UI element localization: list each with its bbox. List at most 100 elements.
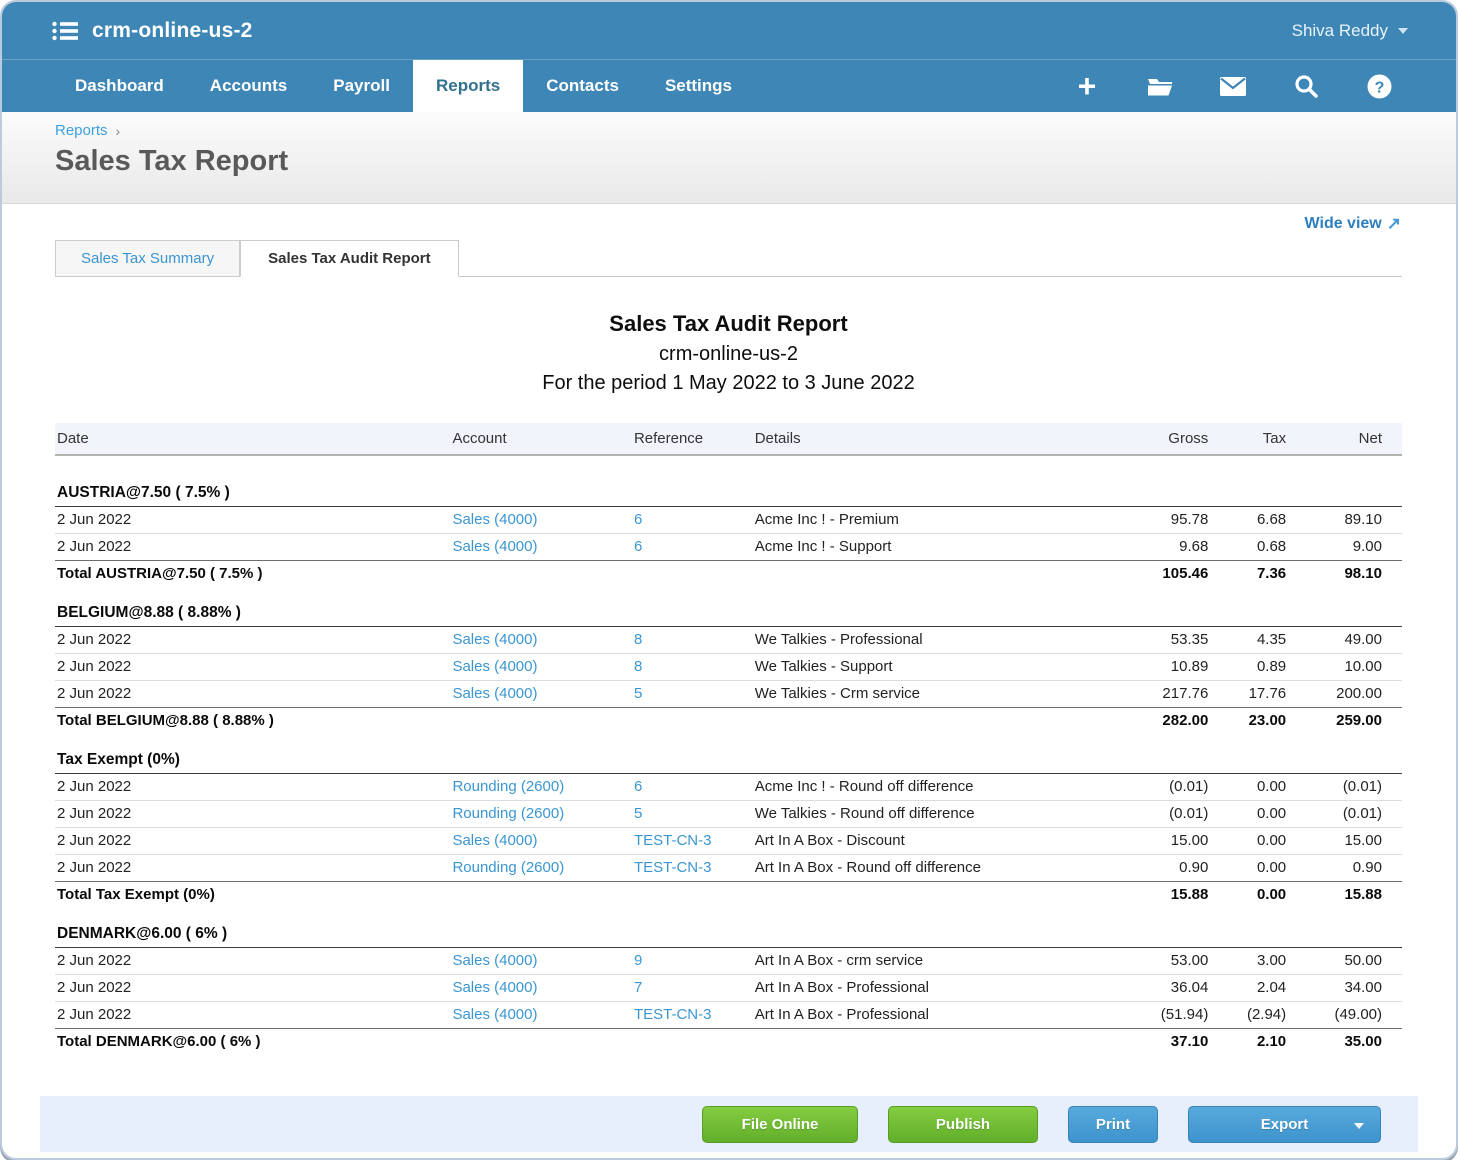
cell-net: 89.10: [1286, 507, 1402, 534]
help-icon[interactable]: ?: [1366, 73, 1392, 99]
cell-date: 2 Jun 2022: [55, 774, 450, 801]
table-row: 2 Jun 2022 Sales (4000) 8 We Talkies - P…: [55, 627, 1402, 654]
plus-icon[interactable]: +: [1074, 73, 1100, 99]
cell-gross: 217.76: [1089, 681, 1209, 708]
user-name: Shiva Reddy: [1292, 21, 1388, 41]
tab-sales-tax-audit-report[interactable]: Sales Tax Audit Report: [240, 240, 459, 277]
user-menu[interactable]: Shiva Reddy: [1292, 21, 1408, 41]
wide-view-link[interactable]: Wide view ↗: [1305, 214, 1401, 234]
table-row: 2 Jun 2022 Sales (4000) 9 Art In A Box -…: [55, 948, 1402, 975]
account-link[interactable]: Sales (4000): [452, 511, 537, 528]
export-button[interactable]: Export: [1188, 1106, 1381, 1143]
reference-link[interactable]: 6: [634, 538, 642, 555]
reference-link[interactable]: TEST-CN-3: [634, 859, 712, 876]
cell-tax: 0.68: [1208, 534, 1286, 561]
reference-link[interactable]: 6: [634, 778, 642, 795]
cell-details: We Talkies - Support: [753, 654, 1089, 681]
section-header: Tax Exempt (0%): [55, 746, 1402, 774]
table-row: 2 Jun 2022 Rounding (2600) 6 Acme Inc ! …: [55, 774, 1402, 801]
nav-item-accounts[interactable]: Accounts: [187, 60, 310, 112]
cell-date: 2 Jun 2022: [55, 507, 450, 534]
cell-tax: 0.00: [1208, 774, 1286, 801]
cell-details: Acme Inc ! - Premium: [753, 507, 1089, 534]
nav-item-settings[interactable]: Settings: [642, 60, 755, 112]
account-link[interactable]: Sales (4000): [452, 832, 537, 849]
section-total-row: Total DENMARK@6.00 ( 6% ) 37.10 2.10 35.…: [55, 1029, 1402, 1056]
search-icon[interactable]: [1293, 73, 1319, 99]
cell-tax: 3.00: [1208, 948, 1286, 975]
org-name: crm-online-us-2: [92, 19, 253, 43]
account-link[interactable]: Sales (4000): [452, 1006, 537, 1023]
account-link[interactable]: Sales (4000): [452, 952, 537, 969]
total-tax: 2.10: [1208, 1029, 1286, 1056]
top-bar: crm-online-us-2 Shiva Reddy: [2, 2, 1456, 59]
account-link[interactable]: Rounding (2600): [452, 859, 564, 876]
table-row: 2 Jun 2022 Rounding (2600) TEST-CN-3 Art…: [55, 855, 1402, 882]
section-austria: AUSTRIA@7.50 ( 7.5% ) 2 Jun 2022 Sales (…: [55, 455, 1402, 587]
account-link[interactable]: Rounding (2600): [452, 778, 564, 795]
cell-gross: 53.00: [1089, 948, 1209, 975]
cell-details: Art In A Box - Professional: [753, 1002, 1089, 1029]
table-row: 2 Jun 2022 Sales (4000) 5 We Talkies - C…: [55, 681, 1402, 708]
total-net: 35.00: [1286, 1029, 1402, 1056]
account-link[interactable]: Sales (4000): [452, 631, 537, 648]
col-date: Date: [55, 423, 450, 455]
reference-link[interactable]: TEST-CN-3: [634, 832, 712, 849]
nav-item-reports[interactable]: Reports: [413, 60, 523, 112]
cell-gross: 15.00: [1089, 828, 1209, 855]
account-link[interactable]: Sales (4000): [452, 658, 537, 675]
table-row: 2 Jun 2022 Sales (4000) 6 Acme Inc ! - P…: [55, 507, 1402, 534]
mail-icon[interactable]: [1220, 73, 1246, 99]
table-row: 2 Jun 2022 Sales (4000) 8 We Talkies - S…: [55, 654, 1402, 681]
export-caret-icon: [1354, 1123, 1364, 1129]
reference-link[interactable]: 5: [634, 805, 642, 822]
file-online-button[interactable]: File Online: [702, 1106, 858, 1143]
cell-details: We Talkies - Round off difference: [753, 801, 1089, 828]
tab-sales-tax-summary[interactable]: Sales Tax Summary: [55, 240, 240, 277]
cell-date: 2 Jun 2022: [55, 654, 450, 681]
table-row: 2 Jun 2022 Sales (4000) 6 Acme Inc ! - S…: [55, 534, 1402, 561]
breadcrumb: Reports ›: [55, 122, 1456, 139]
cell-details: Art In A Box - crm service: [753, 948, 1089, 975]
cell-details: Art In A Box - Round off difference: [753, 855, 1089, 882]
reference-link[interactable]: 5: [634, 685, 642, 702]
cell-net: 0.90: [1286, 855, 1402, 882]
section-total-row: Total Tax Exempt (0%) 15.88 0.00 15.88: [55, 882, 1402, 909]
nav-item-payroll[interactable]: Payroll: [310, 60, 413, 112]
nav-item-contacts[interactable]: Contacts: [523, 60, 642, 112]
cell-net: 15.00: [1286, 828, 1402, 855]
account-link[interactable]: Rounding (2600): [452, 805, 564, 822]
report-title: Sales Tax Audit Report: [55, 311, 1402, 337]
list-menu-icon[interactable]: [52, 20, 78, 42]
cell-tax: 6.68: [1208, 507, 1286, 534]
account-link[interactable]: Sales (4000): [452, 538, 537, 555]
publish-button[interactable]: Publish: [888, 1106, 1038, 1143]
total-tax: 23.00: [1208, 708, 1286, 735]
total-net: 259.00: [1286, 708, 1402, 735]
account-link[interactable]: Sales (4000): [452, 685, 537, 702]
table-header-row: Date Account Reference Details Gross Tax…: [55, 423, 1402, 455]
reference-link[interactable]: 8: [634, 658, 642, 675]
section-denmark: DENMARK@6.00 ( 6% ) 2 Jun 2022 Sales (40…: [55, 908, 1402, 1055]
cell-net: 50.00: [1286, 948, 1402, 975]
breadcrumb-reports-link[interactable]: Reports: [55, 122, 108, 139]
print-button[interactable]: Print: [1068, 1106, 1158, 1143]
total-net: 15.88: [1286, 882, 1402, 909]
svg-text:?: ?: [1374, 79, 1384, 96]
reference-link[interactable]: TEST-CN-3: [634, 1006, 712, 1023]
reference-link[interactable]: 8: [634, 631, 642, 648]
reference-link[interactable]: 6: [634, 511, 642, 528]
cell-date: 2 Jun 2022: [55, 948, 450, 975]
report-content: Wide view ↗ Sales Tax Summary Sales Tax …: [2, 204, 1456, 1096]
nav-item-dashboard[interactable]: Dashboard: [52, 60, 187, 112]
cell-date: 2 Jun 2022: [55, 828, 450, 855]
folder-icon[interactable]: [1147, 73, 1173, 99]
table-row: 2 Jun 2022 Sales (4000) TEST-CN-3 Art In…: [55, 828, 1402, 855]
section-header: DENMARK@6.00 ( 6% ): [55, 920, 1402, 948]
reference-link[interactable]: 7: [634, 979, 642, 996]
app-window: crm-online-us-2 Shiva Reddy Dashboard Ac…: [0, 0, 1458, 1160]
col-net: Net: [1286, 423, 1402, 455]
total-gross: 105.46: [1089, 561, 1209, 588]
account-link[interactable]: Sales (4000): [452, 979, 537, 996]
reference-link[interactable]: 9: [634, 952, 642, 969]
